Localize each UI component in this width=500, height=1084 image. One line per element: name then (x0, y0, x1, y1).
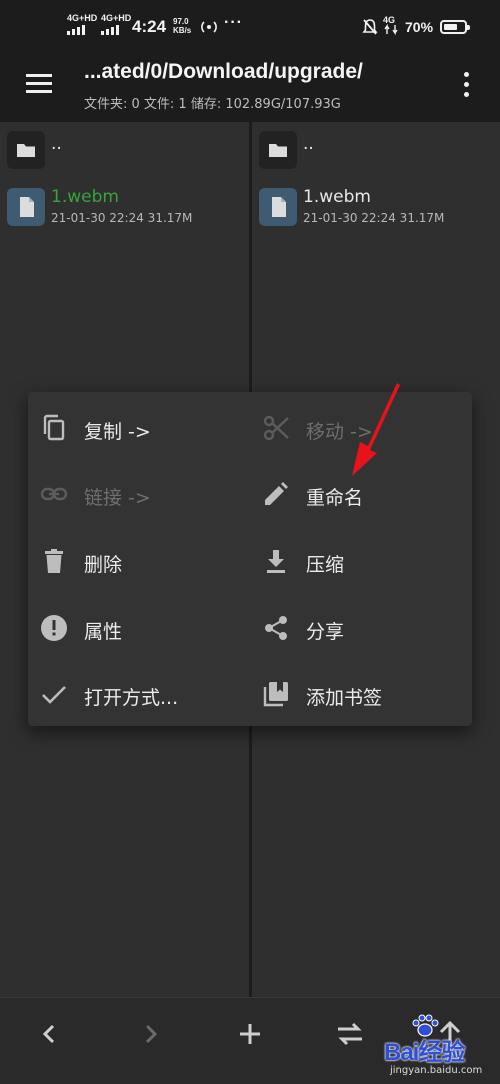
current-path: ...ated/0/Download/upgrade/ (84, 60, 363, 83)
file-icon (259, 188, 297, 226)
hamburger-menu-icon[interactable] (26, 74, 52, 94)
parent-folder-label: .. (51, 134, 62, 154)
file-icon (7, 188, 45, 226)
compress-menu-item[interactable]: 压缩 (250, 533, 460, 589)
open-with-label: 打开方式... (84, 687, 179, 709)
parent-folder-row[interactable]: .. (0, 122, 249, 182)
clock: 4:24 (132, 17, 167, 36)
battery-percent: 70% (405, 19, 434, 35)
share-icon (265, 616, 287, 640)
properties-menu-item[interactable]: 属性 (28, 600, 238, 656)
bookmark-library-icon (263, 682, 288, 707)
link-icon (40, 487, 68, 501)
battery-icon (440, 20, 470, 34)
add-bookmark-menu-item[interactable]: 添加书签 (250, 666, 460, 722)
compress-label: 压缩 (306, 554, 345, 576)
status-bar: 4G+HD 4G+HD 4:24 97.0 KB/s ··· 4G 70% (0, 0, 500, 54)
copy-label: 复制 -> (84, 421, 151, 443)
open-with-menu-item[interactable]: 打开方式... (28, 666, 238, 722)
net-speed-unit: KB/s (173, 26, 192, 35)
swap-panes-icon[interactable] (332, 1016, 368, 1052)
list-item[interactable]: 1.webm 21-01-30 22:24 31.17M (0, 179, 249, 239)
file-name: 1.webm (303, 187, 371, 207)
back-icon[interactable] (32, 1016, 68, 1052)
baidu-watermark: Bai经验 jingyan.baidu.com (378, 1010, 498, 1082)
add-bookmark-label: 添加书签 (306, 687, 383, 709)
folder-icon (259, 131, 297, 169)
scissors-icon (263, 415, 289, 441)
storage-info: 文件夹: 0 文件: 1 储存: 102.89G/107.93G (84, 97, 341, 112)
copy-menu-item[interactable]: 复制 -> (28, 400, 238, 456)
link-menu-item[interactable]: 链接 -> (28, 466, 238, 522)
list-item[interactable]: 1.webm 21-01-30 22:24 31.17M (252, 179, 500, 239)
sim2-label: 4G+HD (101, 13, 132, 23)
file-meta: 21-01-30 22:24 31.17M (51, 211, 193, 225)
net-speed: 97.0 KB/s (173, 17, 191, 35)
folder-icon (7, 131, 45, 169)
watermark-brand: Bai经验 (384, 1039, 465, 1066)
trash-icon (45, 549, 63, 573)
info-alert-icon (41, 615, 67, 641)
rename-label: 重命名 (306, 487, 364, 509)
share-label: 分享 (306, 621, 345, 643)
more-notifications-icon: ··· (224, 14, 243, 31)
add-icon[interactable] (232, 1016, 268, 1052)
delete-menu-item[interactable]: 删除 (28, 533, 238, 589)
link-label: 链接 -> (84, 487, 151, 509)
file-meta: 21-01-30 22:24 31.17M (303, 211, 445, 225)
check-icon (42, 686, 66, 704)
copy-icon (43, 414, 65, 441)
net-speed-value: 97.0 (173, 17, 189, 26)
signal1-icon (67, 25, 87, 35)
properties-label: 属性 (84, 621, 123, 643)
overflow-menu-icon[interactable] (460, 72, 474, 98)
hotspot-icon (201, 21, 217, 33)
forward-icon[interactable] (132, 1016, 168, 1052)
file-name: 1.webm (51, 187, 119, 207)
mute-bell-icon (362, 19, 378, 35)
watermark-site: jingyan.baidu.com (390, 1065, 483, 1076)
data-arrows-icon (384, 24, 398, 35)
pencil-icon (265, 482, 288, 505)
download-icon (267, 550, 285, 573)
annotation-arrow (352, 383, 400, 476)
parent-folder-row[interactable]: .. (252, 122, 500, 182)
sim1-label: 4G+HD (67, 13, 98, 23)
signal2-icon (101, 25, 121, 35)
parent-folder-label: .. (303, 134, 314, 154)
app-bar: ...ated/0/Download/upgrade/ 文件夹: 0 文件: 1… (0, 54, 500, 122)
delete-label: 删除 (84, 554, 123, 576)
share-menu-item[interactable]: 分享 (250, 600, 460, 656)
